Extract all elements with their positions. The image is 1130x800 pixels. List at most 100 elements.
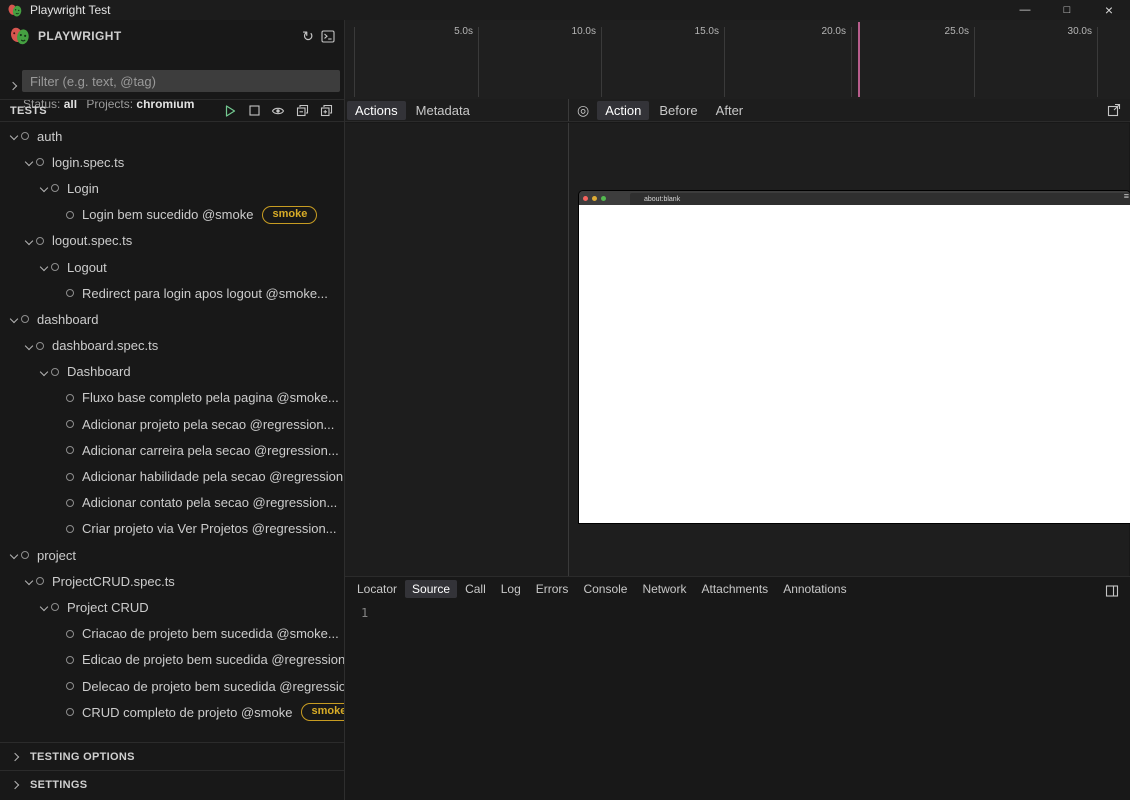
timeline-gridline — [1097, 27, 1098, 97]
tab-console[interactable]: Console — [576, 580, 634, 598]
test-status-icon — [66, 289, 74, 297]
chevron-down-icon[interactable] — [6, 552, 21, 558]
open-external-icon[interactable] — [1104, 100, 1124, 120]
collapse-all-icon[interactable] — [292, 101, 312, 121]
traffic-light-yellow-icon — [592, 196, 597, 201]
tests-header-label: TESTS — [10, 105, 47, 117]
tree-row[interactable]: Login bem sucedido @smokesmoke — [0, 202, 344, 228]
tree-row[interactable]: Edicao de projeto bem sucedida @regressi… — [0, 647, 344, 673]
tree-row[interactable]: Project CRUD — [0, 594, 344, 620]
tree-row[interactable]: CRUD completo de projeto @smokesmoke — [0, 699, 344, 725]
test-status-icon — [66, 525, 74, 533]
tab-annotations[interactable]: Annotations — [776, 580, 853, 598]
test-status-icon — [36, 342, 44, 350]
timeline-gridline — [478, 27, 479, 97]
chevron-down-icon[interactable] — [36, 185, 51, 191]
tree-row[interactable]: dashboard.spec.ts — [0, 333, 344, 359]
tree-row[interactable]: Adicionar contato pela secao @regression… — [0, 490, 344, 516]
chevron-down-icon[interactable] — [21, 238, 36, 244]
test-status-icon — [51, 603, 59, 611]
reload-icon[interactable]: ↻ — [298, 26, 318, 46]
test-label: Edicao de projeto bem sucedida @regressi… — [82, 652, 344, 667]
watch-all-icon[interactable] — [268, 101, 288, 121]
chevron-down-icon[interactable] — [6, 316, 21, 322]
test-status-icon — [66, 656, 74, 664]
section-label: SETTINGS — [30, 779, 87, 791]
window-controls: —□× — [1004, 0, 1130, 20]
test-label: Login bem sucedido @smoke — [82, 207, 253, 222]
tab-log[interactable]: Log — [494, 580, 528, 598]
tree-row[interactable]: Adicionar habilidade pela secao @regress… — [0, 463, 344, 489]
expand-all-icon[interactable] — [316, 101, 336, 121]
main-area: 5.0s10.0s15.0s20.0s25.0s30.0s ActionsMet… — [345, 20, 1130, 800]
tree-row[interactable]: login.spec.ts — [0, 149, 344, 175]
test-status-icon — [51, 368, 59, 376]
tree-row[interactable]: Fluxo base completo pela pagina @smoke..… — [0, 385, 344, 411]
tab-after[interactable]: After — [708, 101, 751, 120]
tree-row[interactable]: Adicionar projeto pela secao @regression… — [0, 411, 344, 437]
chevron-down-icon[interactable] — [36, 604, 51, 610]
tab-source[interactable]: Source — [405, 580, 457, 598]
tree-row[interactable]: auth — [0, 123, 344, 149]
test-label: Adicionar contato pela secao @regression… — [82, 495, 337, 510]
tree-row[interactable]: Criacao de projeto bem sucedida @smoke..… — [0, 621, 344, 647]
maximize-button[interactable]: □ — [1046, 0, 1088, 20]
pick-locator-icon[interactable]: ◎ — [577, 102, 589, 119]
test-label: Dashboard — [67, 364, 131, 379]
run-all-icon[interactable] — [220, 101, 240, 121]
tree-row[interactable]: Delecao de projeto bem sucedida @regress… — [0, 673, 344, 699]
test-status-icon — [66, 211, 74, 219]
chevron-down-icon[interactable] — [21, 343, 36, 349]
tab-metadata[interactable]: Metadata — [408, 101, 478, 120]
sidebar-section-testing-options[interactable]: TESTING OPTIONS — [0, 742, 344, 770]
browser-tab: about:blank — [630, 193, 1130, 205]
chevron-down-icon[interactable] — [21, 159, 36, 165]
split-view-icon[interactable] — [1102, 581, 1122, 601]
close-button[interactable]: × — [1088, 0, 1130, 20]
timeline[interactable]: 5.0s10.0s15.0s20.0s25.0s30.0s — [345, 20, 1130, 99]
tree-row[interactable]: Redirect para login apos logout @smoke..… — [0, 280, 344, 306]
section-label: TESTING OPTIONS — [30, 751, 135, 763]
test-label: Fluxo base completo pela pagina @smoke..… — [82, 390, 339, 405]
tree-row[interactable]: logout.spec.ts — [0, 228, 344, 254]
chevron-down-icon[interactable] — [21, 578, 36, 584]
browser-menu-icon: ≡ — [1124, 191, 1129, 201]
test-label: login.spec.ts — [52, 155, 124, 170]
test-status-icon — [21, 132, 29, 140]
sidebar-section-settings[interactable]: SETTINGS — [0, 770, 344, 798]
tab-before[interactable]: Before — [651, 101, 705, 120]
tree-row[interactable]: Adicionar carreira pela secao @regressio… — [0, 437, 344, 463]
tab-call[interactable]: Call — [458, 580, 493, 598]
tree-row[interactable]: project — [0, 542, 344, 568]
line-number: 1 — [361, 606, 368, 620]
test-label: Criar projeto via Ver Projetos @regressi… — [82, 521, 337, 536]
tab-action[interactable]: Action — [597, 101, 649, 120]
tab-locator[interactable]: Locator — [350, 580, 404, 598]
tree-row[interactable]: ProjectCRUD.spec.ts — [0, 568, 344, 594]
test-status-icon — [51, 263, 59, 271]
chevron-down-icon[interactable] — [36, 264, 51, 270]
tree-row[interactable]: Dashboard — [0, 359, 344, 385]
timeline-playhead — [858, 22, 860, 97]
timeline-gridline — [974, 27, 975, 97]
chevron-down-icon[interactable] — [6, 133, 21, 139]
tree-row[interactable]: dashboard — [0, 306, 344, 332]
terminal-icon[interactable] — [318, 26, 338, 46]
test-status-icon — [66, 708, 74, 716]
tab-network[interactable]: Network — [635, 580, 693, 598]
test-status-icon — [66, 630, 74, 638]
tab-attachments[interactable]: Attachments — [694, 580, 775, 598]
test-status-icon — [36, 158, 44, 166]
tree-row[interactable]: Logout — [0, 254, 344, 280]
tree-row[interactable]: Criar projeto via Ver Projetos @regressi… — [0, 516, 344, 542]
test-status-icon — [36, 577, 44, 585]
tree-row[interactable]: Login — [0, 175, 344, 201]
stop-icon[interactable] — [244, 101, 264, 121]
chevron-down-icon[interactable] — [36, 369, 51, 375]
filter-expand-chevron-icon[interactable] — [10, 76, 16, 94]
tab-actions[interactable]: Actions — [347, 101, 406, 120]
minimize-button[interactable]: — — [1004, 0, 1046, 20]
chevron-right-icon — [11, 780, 19, 788]
tab-errors[interactable]: Errors — [529, 580, 576, 598]
filter-input[interactable] — [22, 70, 340, 92]
